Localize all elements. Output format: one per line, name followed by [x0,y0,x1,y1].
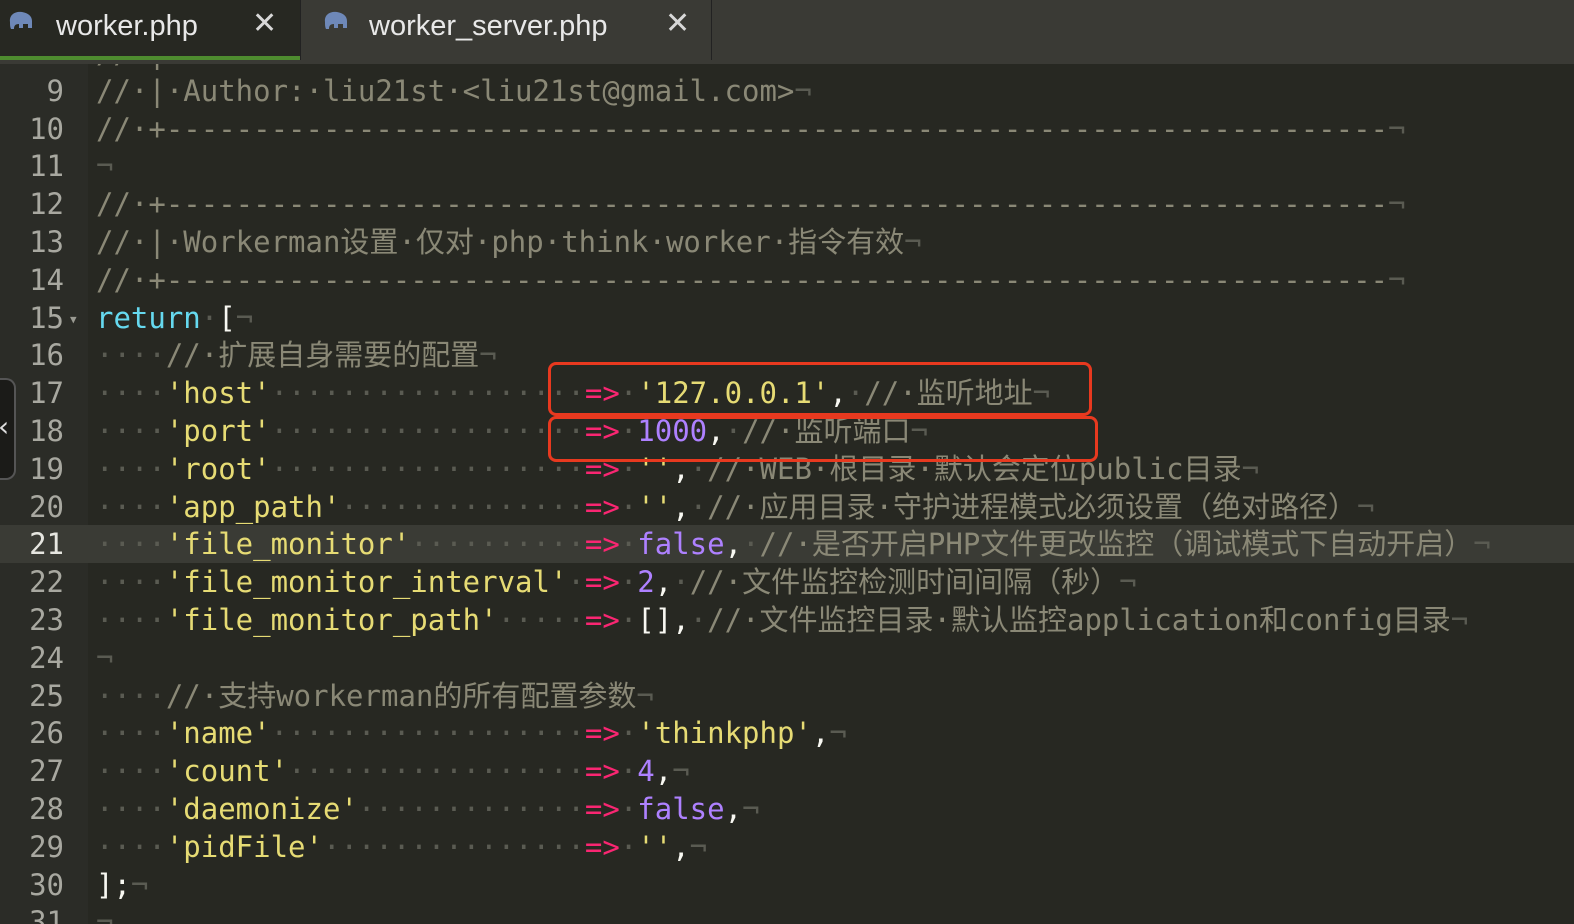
code-text: //·+------------------------------------… [96,187,1406,222]
code-text: ····'daemonize'·············=>·false,¬ [96,792,760,826]
code-line[interactable]: 13 //·|·Workerman设置·仅对·php·think·worker·指… [0,223,1574,261]
code-text: //·| [96,64,166,70]
code-line[interactable]: 24 ¬ [0,639,1574,677]
highlight-box-host [548,362,1092,416]
tab-bar: worker.php ✕ worker_server.php ✕ [0,0,1574,64]
code-text: ¬ [96,640,114,675]
code-text: ····'file_monitor_path'·····=>·[],·//·文件… [96,603,1469,637]
php-elephant-icon [9,11,33,29]
code-line[interactable]: 8 //·| [0,64,1574,72]
line-number: 14 [29,262,64,297]
code-line[interactable]: 29 ····'pidFile'···············=>·'',¬ [0,828,1574,866]
code-text: //·|·Author:·liu21st·<liu21st@gmail.com>… [96,73,812,108]
line-number: 12 [29,187,64,222]
line-number: 25 [29,678,64,713]
code-line[interactable]: 25 ····//·支持workerman的所有配置参数¬ [0,677,1574,715]
chevron-left-icon: ‹ [0,410,9,443]
line-number: 24 [29,640,64,675]
sidebar-toggle-handle[interactable]: ‹ [0,378,16,480]
line-number: 22 [29,565,64,600]
php-elephant-icon [324,11,347,29]
code-text: ····'count'·················=>·4,¬ [96,754,690,789]
line-number: 29 [29,829,64,864]
line-number: 27 [29,754,64,789]
code-line[interactable]: 14 //·+----------------------------------… [0,261,1574,299]
code-text: return·[¬ [96,300,254,335]
code-line[interactable]: 15 ▼ return·[¬ [0,299,1574,337]
code-line[interactable]: 28 ····'daemonize'·············=>·false,¬ [0,790,1574,828]
code-line[interactable]: 11 ¬ [0,147,1574,185]
line-number: 30 [29,867,64,902]
line-number: 8 [0,64,64,70]
code-line[interactable]: 9 //·|·Author:·liu21st·<liu21st@gmail.com… [0,72,1574,110]
code-text: //·|·Workerman设置·仅对·php·think·worker·指令有… [96,225,922,259]
line-number: 20 [29,489,64,524]
line-number: 9 [46,73,64,108]
code-line[interactable]: 12 //·+----------------------------------… [0,185,1574,223]
code-text: ····//·支持workerman的所有配置参数¬ [96,678,654,713]
code-text: ¬ [96,905,114,924]
line-number: 11 [29,149,64,184]
code-text: //·+------------------------------------… [96,111,1406,146]
code-text: ····'app_path'··············=>·'',·//·应用… [96,489,1375,524]
line-number: 10 [29,111,64,146]
close-tab-icon[interactable]: ✕ [665,6,690,41]
code-line[interactable]: 27 ····'count'·················=>·4,¬ [0,752,1574,790]
code-text: ····'name'··················=>·'thinkphp… [96,716,847,751]
line-number: 28 [29,792,64,826]
code-text: ····'pidFile'···············=>·'',¬ [96,829,708,864]
code-line[interactable]: 21 ····'file_monitor'··········=>·false,·… [0,525,1574,564]
code-line[interactable]: 31 ¬ [0,903,1574,924]
fold-arrow-icon[interactable]: ▼ [70,313,77,326]
tab-separator [711,0,712,60]
line-number: 26 [29,716,64,751]
close-tab-icon[interactable]: ✕ [252,6,277,41]
tab-label: worker_server.php [369,10,608,42]
line-number: 16 [29,338,64,373]
code-line[interactable]: 10 //·+----------------------------------… [0,110,1574,148]
code-text: ····//·扩展自身需要的配置¬ [96,338,497,373]
code-text: ····'file_monitor_interval'·=>·2,·//·文件监… [96,565,1137,600]
line-number: 15 [29,300,64,335]
line-number: 21 [29,527,64,562]
code-line[interactable]: 26 ····'name'··················=>·'thinkp… [0,714,1574,752]
highlight-box-port [548,416,1098,462]
line-number: 23 [29,603,64,637]
code-editor[interactable]: 8 //·| 9 //·|·Author:·liu21st·<liu21st@gmai… [0,64,1574,924]
code-line[interactable]: 20 ····'app_path'··············=>·'',·//·… [0,488,1574,526]
line-number: 13 [29,225,64,259]
tab-label: worker.php [56,10,198,42]
code-line[interactable]: 30 ];¬ [0,866,1574,904]
tab-worker-php[interactable]: worker.php ✕ [0,0,300,60]
tab-worker-server-php[interactable]: worker_server.php ✕ [301,0,711,60]
code-text: ¬ [96,149,114,184]
code-text: ];¬ [96,867,149,902]
code-text: //·+------------------------------------… [96,262,1406,297]
code-line[interactable]: 22 ····'file_monitor_interval'·=>·2,·//·文… [0,563,1574,601]
code-line[interactable]: 23 ····'file_monitor_path'·····=>·[],·//·… [0,601,1574,639]
code-text: ····'file_monitor'··········=>·false,·//… [96,527,1491,562]
line-number: 31 [29,905,64,924]
